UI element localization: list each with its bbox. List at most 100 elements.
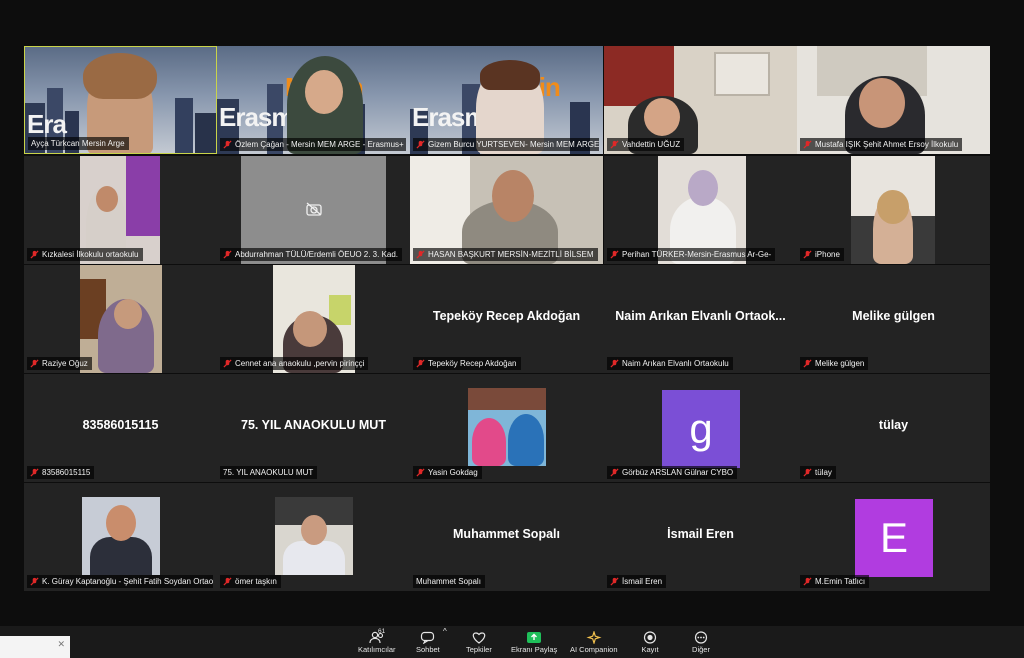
participant-name-label: Gizem Burcu YURTSEVEN- Mersin MEM ARGE E… <box>413 138 599 151</box>
camera-off-icon <box>306 202 322 216</box>
mic-muted-icon <box>610 359 619 368</box>
participant-name-label: 83586015115 <box>27 466 95 479</box>
participant-name-label: Perihan TÜRKER-Mersin-Erasmus Ar-Ge- <box>607 248 776 261</box>
mic-muted-icon <box>610 577 619 586</box>
share-screen-button[interactable]: Ekranı Paylaş <box>511 629 557 654</box>
participant-tile[interactable]: Melike gülgen Melike gülgen <box>797 265 990 373</box>
zoom-meeting-window: Era Ayça Türkcan Mersin Arge Mersin Eras… <box>0 0 1024 658</box>
hair <box>83 53 157 99</box>
participant-name-label: Görbüz ARSLAN Gülnar CYBO <box>607 466 738 479</box>
curtain <box>126 156 160 236</box>
participant-display-name: Tepeköy Recep Akdoğan <box>432 309 581 323</box>
participant-name-label: Naim Arıkan Elvanlı Ortaokulu <box>607 357 733 370</box>
participant-name-label: Raziye Oğuz <box>27 357 92 370</box>
participant-tile[interactable]: Mustafa IŞIK Şehit Ahmet Ersoy İlkokulu <box>797 46 990 154</box>
erasmus-logo: Era <box>27 109 67 139</box>
participant-tile[interactable]: Vahdettin UĞUZ <box>604 46 797 154</box>
participants-count-badge: 61 <box>378 628 386 635</box>
record-button[interactable]: Kayıt <box>641 629 659 654</box>
face <box>293 311 327 347</box>
participant-tile[interactable]: Muhammet Sopalı Muhammet Sopalı <box>410 483 603 591</box>
record-label: Kayıt <box>641 645 659 654</box>
participant-tile[interactable]: İsmail Eren İsmail Eren <box>604 483 797 591</box>
participant-name-label: M.Emin Tatlıcı <box>800 575 870 588</box>
photo-person <box>90 537 152 575</box>
participant-tile[interactable]: Tepeköy Recep Akdoğan Tepeköy Recep Akdo… <box>410 265 603 373</box>
reactions-button[interactable]: Tepkiler <box>466 629 492 654</box>
share-screen-label: Ekranı Paylaş <box>511 645 558 654</box>
wall-decoration <box>329 295 351 325</box>
mic-muted-icon <box>610 468 619 477</box>
participant-tile[interactable]: Naim Arıkan Elvanlı Ortaok... Naim Arıka… <box>604 265 797 373</box>
participant-tile[interactable]: Kızkalesi İlkokulu ortaokulu <box>24 156 217 264</box>
photo-person <box>283 541 345 575</box>
participant-tile[interactable]: K. Güray Kaptanoğlu - Şehit Fatih Soydan… <box>24 483 217 591</box>
participant-tile[interactable]: 83586015115 83586015115 <box>24 374 217 482</box>
photo-person <box>472 418 506 466</box>
participant-tile[interactable]: Cennet ana anaokulu ,pervin pirinççi <box>217 265 410 373</box>
more-button[interactable]: Diğer <box>692 629 710 654</box>
participant-tile[interactable]: ömer taşkın <box>217 483 410 591</box>
face <box>96 186 118 212</box>
participant-name-label: ömer taşkın <box>220 575 281 588</box>
participant-display-name: Melike gülgen <box>852 309 935 323</box>
participant-tile[interactable]: Mersin Erasmus+ Özlem Çağan - Mersin MEM… <box>217 46 410 154</box>
participant-tile[interactable]: 75. YIL ANAOKULU MUT 75. YIL ANAOKULU MU… <box>217 374 410 482</box>
mic-muted-icon <box>610 140 619 149</box>
participant-display-name: İsmail Eren <box>667 527 734 541</box>
participant-name-label: Mustafa IŞIK Şehit Ahmet Ersoy İlkokulu <box>800 138 963 151</box>
participant-tile[interactable]: HASAN BAŞKURT MERSİN-MEZİTLİ BİLSEM <box>410 156 603 264</box>
mic-muted-icon <box>803 140 812 149</box>
face <box>114 299 142 329</box>
chevron-up-icon: ^ <box>443 627 447 636</box>
heart-icon <box>470 629 488 645</box>
more-icon <box>692 629 710 645</box>
mic-muted-icon <box>803 468 812 477</box>
participant-display-name: 83586015115 <box>82 418 159 432</box>
mic-muted-icon <box>223 359 232 368</box>
chat-options-caret[interactable]: ^ <box>443 627 447 636</box>
participant-tile[interactable]: iPhone <box>797 156 990 264</box>
more-label: Diğer <box>692 645 710 654</box>
avatar: E <box>855 499 933 577</box>
chat-icon <box>419 629 437 645</box>
minimized-panel[interactable]: ✕ <box>0 636 70 658</box>
mic-muted-icon <box>803 577 812 586</box>
participant-tile[interactable]: Perihan TÜRKER-Mersin-Erasmus Ar-Ge- <box>604 156 797 264</box>
reactions-label: Tepkiler <box>466 645 492 654</box>
mic-muted-icon <box>416 468 425 477</box>
participant-name-label: 75. YIL ANAOKULU MUT <box>220 466 318 479</box>
participant-tile[interactable]: Abdurrahman TÜLÜ/Erdemli ÖEUO 2. 3. Kad. <box>217 156 410 264</box>
participant-tile[interactable]: Raziye Oğuz <box>24 265 217 373</box>
close-icon[interactable]: ✕ <box>57 639 65 650</box>
participants-label: Katılımcılar <box>358 645 396 654</box>
participant-name-label: Cennet ana anaokulu ,pervin pirinççi <box>220 357 369 370</box>
participant-tile[interactable]: Mersin Erasmus+ Gizem Burcu YURTSEVEN- M… <box>410 46 603 154</box>
participant-tile[interactable]: E M.Emin Tatlıcı <box>797 483 990 591</box>
record-icon <box>641 629 659 645</box>
participant-tile[interactable]: Era Ayça Türkcan Mersin Arge <box>24 46 217 154</box>
share-screen-icon <box>525 629 543 645</box>
headscarf <box>688 170 718 206</box>
participant-tile[interactable]: tülay tülay <box>797 374 990 482</box>
participant-tile[interactable]: g Görbüz ARSLAN Gülnar CYBO <box>604 374 797 482</box>
face <box>644 98 680 136</box>
meeting-toolbar: 61 Katılımcılar Sohbet ^ Tepkiler Ekranı… <box>0 626 1024 658</box>
ai-companion-button[interactable]: AI Companion <box>570 629 618 654</box>
participant-name-label: Kızkalesi İlkokulu ortaokulu <box>27 248 143 261</box>
chat-label: Sohbet <box>416 645 440 654</box>
chat-button[interactable]: Sohbet <box>416 629 440 654</box>
ai-companion-icon <box>585 629 603 645</box>
participant-name-label: Yasin Gokdag <box>413 466 482 479</box>
photo-face <box>301 515 327 545</box>
participant-tile[interactable]: Yasin Gokdag <box>410 374 603 482</box>
mic-muted-icon <box>416 250 425 259</box>
participants-button[interactable]: 61 Katılımcılar <box>358 628 396 654</box>
participant-display-name: Naim Arıkan Elvanlı Ortaok... <box>615 309 786 323</box>
avatar: g <box>662 390 740 468</box>
mic-muted-icon <box>416 140 425 149</box>
mic-muted-icon <box>30 359 39 368</box>
participant-name-label: Abdurrahman TÜLÜ/Erdemli ÖEUO 2. 3. Kad. <box>220 248 403 261</box>
mic-muted-icon <box>803 250 812 259</box>
participant-name-label: İsmail Eren <box>607 575 667 588</box>
